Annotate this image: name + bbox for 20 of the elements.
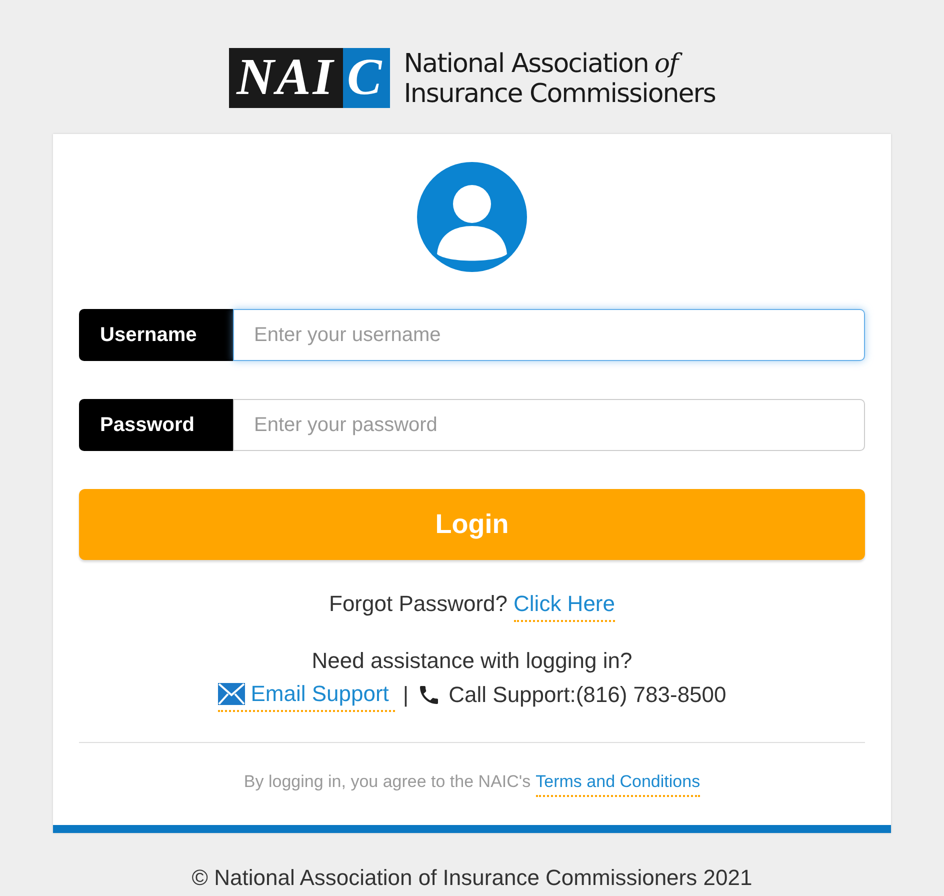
call-support-text: Call Support:(816) 783-8500 bbox=[448, 681, 726, 709]
terms-link[interactable]: Terms and Conditions bbox=[536, 769, 700, 796]
copyright-text: © National Association of Insurance Commissioners 2021 bbox=[192, 864, 752, 892]
field-label: Password bbox=[79, 399, 233, 451]
login-button[interactable]: Login bbox=[79, 489, 865, 560]
terms-text: By logging in, you agree to the NAIC's bbox=[244, 771, 531, 793]
assistance-text: Need assistance with logging in? bbox=[312, 647, 632, 675]
logo-name: Insurance Commissioners bbox=[404, 80, 716, 108]
click-here-link[interactable]: Click Here bbox=[514, 587, 615, 622]
input-field[interactable]: Enter your username bbox=[233, 309, 865, 361]
user-avatar-icon bbox=[417, 162, 527, 272]
input-field[interactable]: Enter your password bbox=[233, 399, 865, 451]
logo-name: National Association bbox=[404, 50, 648, 78]
logo-name: of bbox=[654, 48, 682, 80]
email-support-link[interactable]: Email Support bbox=[218, 677, 395, 712]
field-label: Username bbox=[79, 309, 233, 361]
forgot-password-text: Forgot Password? bbox=[329, 590, 508, 618]
logo-mark: NAI C bbox=[228, 48, 390, 108]
separator-text: | bbox=[402, 681, 409, 709]
envelope-icon bbox=[218, 682, 245, 704]
